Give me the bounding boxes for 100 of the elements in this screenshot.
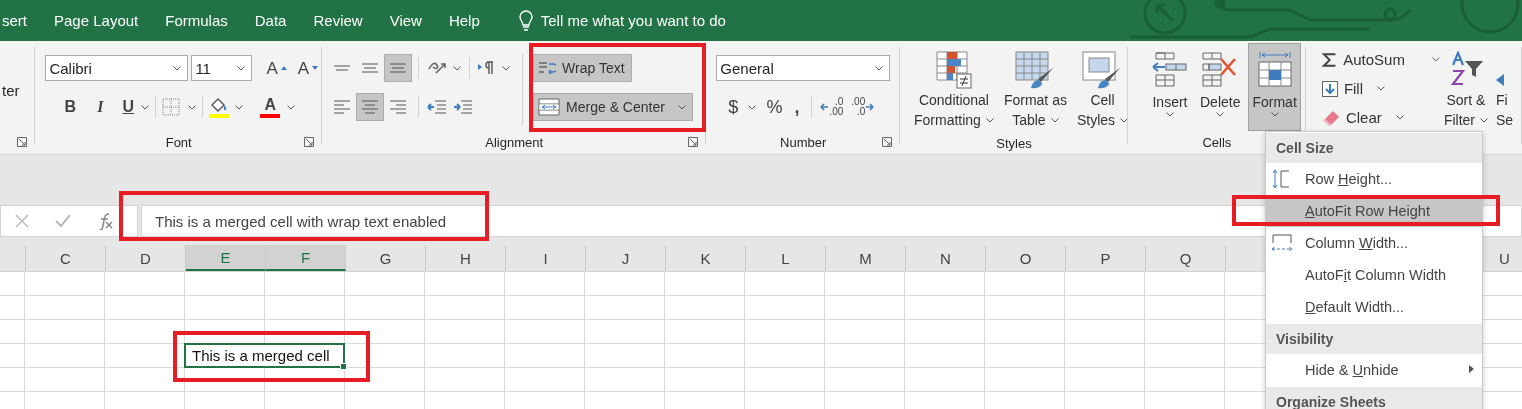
column-header[interactable]: N xyxy=(906,245,986,271)
format-cells-icon xyxy=(1256,50,1293,90)
text-direction-icon[interactable] xyxy=(478,61,495,75)
insert-cells-icon xyxy=(1152,52,1188,88)
table-button[interactable]: Format as Table xyxy=(999,45,1071,133)
find-select-button[interactable]: Fi Se xyxy=(1492,45,1522,133)
chevron-down-icon[interactable] xyxy=(235,104,244,110)
chevron-down-icon[interactable] xyxy=(237,65,246,71)
merge-center-button[interactable]: Merge & Center xyxy=(533,93,694,121)
chevron-down-icon[interactable] xyxy=(141,104,150,110)
button-label[interactable]: ter xyxy=(2,82,36,99)
wrap-text-button[interactable]: Wrap Text xyxy=(533,54,632,82)
function-icon[interactable] xyxy=(97,212,115,230)
chevron-down-icon[interactable] xyxy=(678,104,687,110)
delete-button[interactable]: Delete xyxy=(1196,43,1245,131)
submenu-arrow-icon xyxy=(1469,365,1474,373)
group-label: Number xyxy=(780,134,827,150)
increase-decimal-button[interactable]: .0 .00 xyxy=(816,97,848,117)
chevron-down-icon[interactable] xyxy=(287,104,296,110)
middle-align-icon xyxy=(362,63,379,73)
ribbon-tab[interactable]: Help xyxy=(448,12,480,29)
chevron-down-icon xyxy=(1050,117,1059,123)
format-button[interactable]: Format xyxy=(1248,43,1301,131)
shrink-font-button[interactable]: A xyxy=(293,54,323,82)
clear-button[interactable]: Clear xyxy=(1321,103,1440,132)
column-header[interactable]: J xyxy=(586,245,666,271)
bold-button[interactable]: B xyxy=(57,93,84,121)
font-color-button[interactable]: A xyxy=(257,93,284,121)
arrow-right-icon xyxy=(866,103,875,111)
conditional-button[interactable]: Conditional Formatting xyxy=(910,45,998,133)
decrease-indent-icon[interactable] xyxy=(427,99,448,115)
fill-handle[interactable] xyxy=(340,363,347,370)
ribbon-tab[interactable]: View xyxy=(389,12,422,29)
font-name-dropdown[interactable]: Calibri xyxy=(45,55,189,81)
menu-item[interactable]: Hide & Unhide xyxy=(1266,354,1482,386)
dialog-launcher-icon[interactable] xyxy=(688,137,699,147)
comma-button[interactable]: , xyxy=(790,96,804,118)
fill-button[interactable]: Fill xyxy=(1321,74,1440,103)
chevron-down-icon[interactable] xyxy=(173,65,182,71)
column-header[interactable]: L xyxy=(746,245,826,271)
check-icon[interactable] xyxy=(55,214,71,228)
chevron-down-icon[interactable] xyxy=(188,104,197,110)
insert-button[interactable]: Insert xyxy=(1148,43,1192,131)
column-header[interactable]: P xyxy=(1066,245,1146,271)
ribbon-tab[interactable]: Formulas xyxy=(165,12,228,29)
bottom-align-button[interactable] xyxy=(384,54,413,82)
menu-section-heading: Cell Size xyxy=(1266,133,1482,163)
grow-font-button[interactable]: A xyxy=(262,54,291,82)
menu-section-heading: Visibility xyxy=(1266,324,1482,354)
cell-styles-button[interactable]: Cell Styles xyxy=(1072,45,1133,133)
font-size-dropdown[interactable]: 11 xyxy=(191,55,253,81)
autosum-button[interactable]: AutoSum xyxy=(1321,45,1440,74)
caret-up-icon xyxy=(280,66,287,70)
column-header[interactable]: C xyxy=(26,245,106,271)
ribbon-tab[interactable]: Data xyxy=(254,12,287,29)
sort-filter-button[interactable]: Sort & Filter xyxy=(1439,45,1492,133)
menu-item[interactable]: Default Width... xyxy=(1266,291,1482,323)
fill-down-icon xyxy=(1321,80,1338,97)
column-header[interactable]: O xyxy=(986,245,1066,271)
chevron-down-icon xyxy=(985,117,994,123)
chevron-down-icon xyxy=(1377,86,1386,91)
underline-button[interactable]: U xyxy=(115,93,142,121)
currency-button[interactable]: $ xyxy=(724,96,743,118)
ribbon-tab[interactable]: Review xyxy=(313,12,363,29)
group-label: Font xyxy=(165,134,192,150)
center-align-button[interactable] xyxy=(356,93,385,121)
menu-item[interactable]: AutoFit Column Width xyxy=(1266,259,1482,291)
chevron-down-icon xyxy=(1395,115,1404,120)
column-header[interactable]: E xyxy=(186,245,266,271)
chevron-down-icon[interactable] xyxy=(453,65,462,71)
italic-button[interactable]: I xyxy=(87,93,114,121)
eraser-icon xyxy=(1321,109,1340,126)
decrease-decimal-button[interactable]: .00 .0 xyxy=(847,97,879,117)
menu-item[interactable]: Row Height... xyxy=(1266,163,1482,195)
dialog-launcher-icon[interactable] xyxy=(304,137,315,147)
ribbon-tab[interactable]: sert xyxy=(2,12,27,29)
column-header[interactable]: G xyxy=(346,245,426,271)
dialog-launcher-icon[interactable] xyxy=(17,137,28,147)
lightbulb-icon xyxy=(518,9,533,32)
chevron-down-icon[interactable] xyxy=(875,65,884,71)
dialog-launcher-icon[interactable] xyxy=(882,137,892,147)
row-height-icon xyxy=(1271,169,1291,189)
merge-cells-icon xyxy=(538,98,561,116)
column-header[interactable]: F xyxy=(266,245,346,271)
chevron-down-icon[interactable] xyxy=(502,65,511,71)
column-header[interactable]: Q xyxy=(1146,245,1226,271)
column-header[interactable]: K xyxy=(666,245,746,271)
increase-indent-icon[interactable] xyxy=(453,99,474,115)
chevron-down-icon[interactable] xyxy=(748,104,757,110)
number-format-dropdown[interactable]: General xyxy=(716,55,891,81)
font-color-swatch xyxy=(260,114,281,118)
chevron-down-icon xyxy=(1432,57,1440,62)
column-header[interactable]: I xyxy=(506,245,586,271)
fill-color-swatch xyxy=(209,113,230,118)
column-header[interactable]: M xyxy=(826,245,906,271)
percent-button[interactable]: % xyxy=(762,96,787,118)
column-header[interactable]: H xyxy=(426,245,506,271)
merged-cell[interactable]: This is a merged cell xyxy=(184,343,345,368)
ribbon-tab[interactable]: Page Layout xyxy=(54,12,139,29)
tell-me-search[interactable]: Tell me what you want to do xyxy=(540,12,726,29)
